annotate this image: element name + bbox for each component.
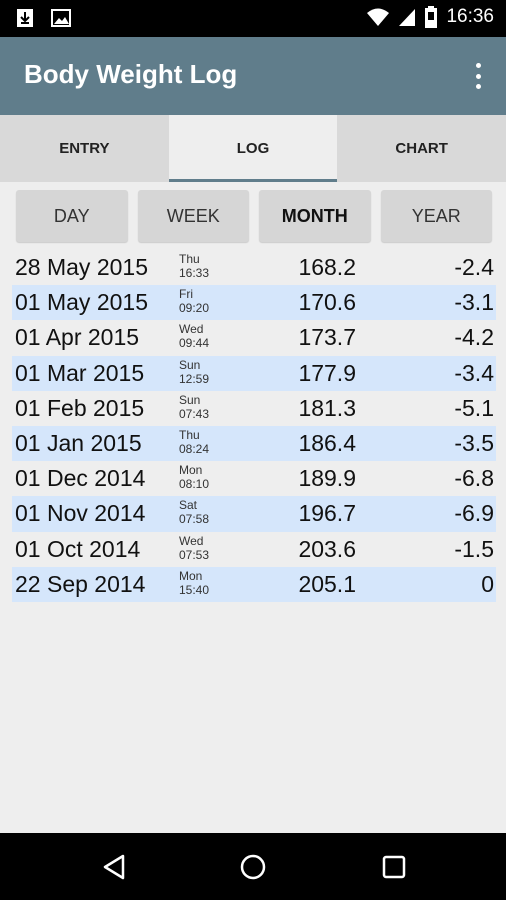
- back-icon[interactable]: [96, 849, 132, 885]
- weight-log-list: 28 May 2015 Thu 16:33 168.2 -2.4 01 May 2…: [12, 250, 496, 602]
- tab-log[interactable]: LOG: [168, 115, 338, 182]
- log-row[interactable]: 01 Apr 2015 Wed 09:44 173.7 -4.2: [12, 320, 496, 355]
- log-row[interactable]: 01 Feb 2015 Sun 07:43 181.3 -5.1: [12, 391, 496, 426]
- app-bar: Body Weight Log: [0, 37, 506, 115]
- log-row[interactable]: 01 Mar 2015 Sun 12:59 177.9 -3.4: [12, 355, 496, 391]
- entry-change: -3.5: [454, 429, 494, 456]
- tab-entry[interactable]: ENTRY: [0, 115, 169, 182]
- log-row[interactable]: 01 Jan 2015 Thu 08:24 186.4 -3.5: [12, 425, 496, 462]
- image-icon: [51, 9, 71, 27]
- log-row[interactable]: 01 Oct 2014 Wed 07:53 203.6 -1.5: [12, 532, 496, 567]
- entry-day: Sun: [179, 357, 201, 372]
- navigation-bar: [0, 833, 506, 900]
- entry-time: 09:20: [179, 301, 210, 316]
- more-vert-icon[interactable]: [474, 63, 482, 89]
- entry-change: -3.1: [454, 289, 494, 316]
- app-title: Body Weight Log: [24, 59, 238, 89]
- entry-weight: 181.3: [298, 394, 356, 421]
- entry-date: 01 Nov 2014: [15, 500, 146, 527]
- entry-day: Sat: [179, 498, 198, 513]
- entry-day: Wed: [179, 533, 204, 548]
- entry-weight: 189.9: [298, 465, 356, 492]
- entry-change: 0: [481, 570, 494, 597]
- notification-icons: [14, 8, 72, 28]
- month-button[interactable]: MONTH: [259, 190, 371, 242]
- entry-change: -3.4: [454, 359, 494, 386]
- entry-day: Thu: [179, 252, 200, 266]
- entry-time: 08:24: [179, 441, 210, 456]
- entry-date: 01 Feb 2015: [15, 394, 145, 421]
- entry-time: 15:40: [179, 582, 210, 597]
- wifi-icon: [367, 8, 390, 26]
- status-time: 16:36: [446, 6, 494, 27]
- log-row[interactable]: 01 Nov 2014 Sat 07:58 196.7 -6.9: [12, 496, 496, 532]
- day-button[interactable]: DAY: [16, 190, 128, 242]
- entry-weight: 186.4: [298, 429, 356, 456]
- entry-weight: 173.7: [298, 324, 356, 351]
- entry-date: 22 Sep 2014: [15, 570, 146, 597]
- download-icon: [17, 9, 33, 27]
- log-row[interactable]: 22 Sep 2014 Mon 15:40 205.1 0: [12, 566, 496, 602]
- year-button[interactable]: YEAR: [380, 190, 492, 242]
- entry-day: Mon: [179, 463, 203, 478]
- entry-day: Wed: [179, 322, 204, 337]
- entry-time: 09:44: [179, 336, 210, 351]
- log-row[interactable]: 01 May 2015 Fri 09:20 170.6 -3.1: [12, 285, 496, 321]
- tab-chart[interactable]: CHART: [337, 115, 506, 182]
- entry-change: -6.8: [454, 465, 494, 492]
- entry-change: -6.9: [454, 500, 494, 527]
- entry-weight: 205.1: [298, 570, 356, 597]
- entry-weight: 177.9: [298, 359, 356, 386]
- entry-day: Thu: [179, 427, 200, 442]
- entry-time: 12:59: [179, 371, 210, 386]
- entry-date: 01 Apr 2015: [15, 324, 140, 351]
- entry-time: 07:58: [179, 512, 210, 527]
- entry-date: 01 Dec 2014: [15, 465, 146, 492]
- week-button[interactable]: WEEK: [137, 190, 249, 242]
- home-icon[interactable]: [235, 849, 271, 885]
- entry-weight: 170.6: [298, 289, 356, 316]
- log-row[interactable]: 01 Dec 2014 Mon 08:10 189.9 -6.8: [12, 461, 496, 496]
- entry-change: -2.4: [454, 254, 494, 280]
- entry-date: 28 May 2015: [15, 254, 148, 280]
- entry-change: -1.5: [454, 535, 494, 562]
- log-row[interactable]: 28 May 2015 Thu 16:33 168.2 -2.4: [12, 250, 496, 285]
- entry-weight: 196.7: [298, 500, 356, 527]
- entry-day: Mon: [179, 568, 203, 583]
- entry-time: 08:10: [179, 477, 210, 492]
- system-icons: 16:36: [366, 6, 494, 28]
- entry-day: Sun: [179, 392, 201, 407]
- period-selector: DAY WEEK MONTH YEAR: [16, 190, 492, 242]
- entry-date: 01 May 2015: [15, 289, 148, 316]
- entry-date: 01 Mar 2015: [15, 359, 145, 386]
- tab-bar: ENTRY LOG CHART: [0, 115, 506, 182]
- entry-weight: 168.2: [298, 254, 356, 280]
- entry-date: 01 Jan 2015: [15, 429, 142, 456]
- entry-date: 01 Oct 2014: [15, 535, 141, 562]
- battery-icon: [425, 6, 438, 28]
- entry-time: 07:53: [179, 547, 210, 562]
- entry-time: 07:43: [179, 406, 210, 421]
- signal-icon: [399, 9, 416, 26]
- entry-change: -5.1: [454, 394, 494, 421]
- entry-day: Fri: [179, 287, 193, 302]
- recents-icon[interactable]: [376, 849, 412, 885]
- entry-weight: 203.6: [298, 535, 356, 562]
- entry-time: 16:33: [179, 266, 210, 280]
- status-bar: 16:36: [0, 0, 506, 37]
- entry-change: -4.2: [454, 324, 494, 351]
